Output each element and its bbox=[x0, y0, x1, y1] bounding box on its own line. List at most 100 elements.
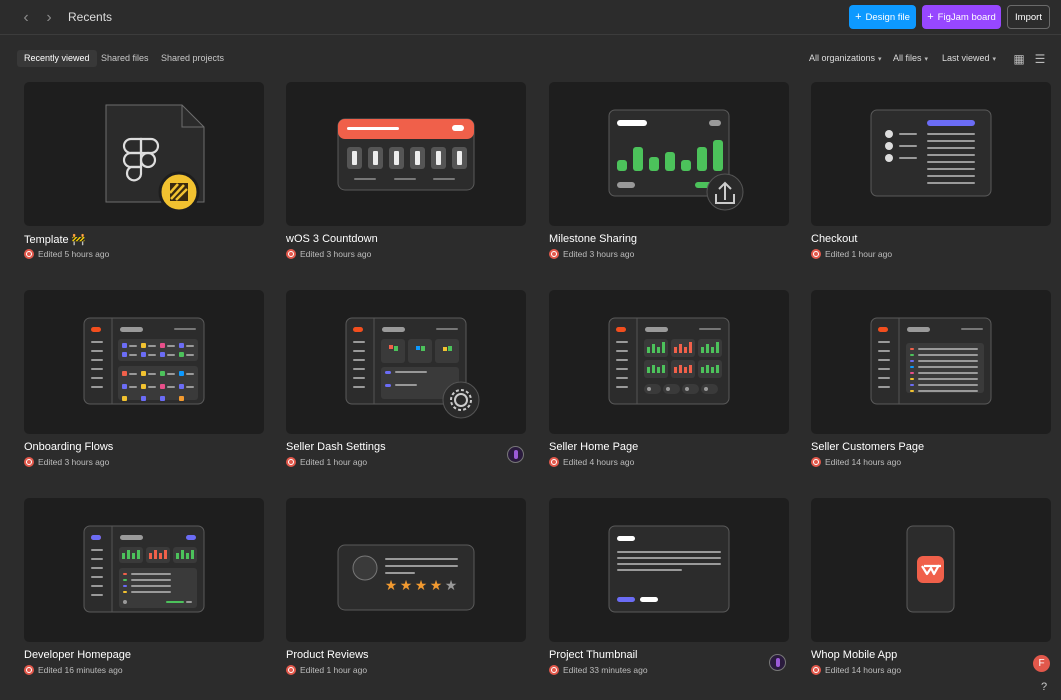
dashboard-charts-icon bbox=[608, 317, 730, 405]
help-icon[interactable]: ? bbox=[1037, 680, 1051, 694]
file-thumbnail bbox=[549, 498, 789, 642]
sort-dropdown[interactable]: Last viewed ▾ bbox=[942, 50, 996, 67]
file-thumbnail bbox=[286, 82, 526, 226]
page-title: Recents bbox=[68, 10, 113, 24]
chevron-down-icon: ▾ bbox=[992, 56, 997, 63]
file-edited-meta: Edited 14 hours ago bbox=[811, 457, 901, 467]
new-figjam-board-button[interactable]: + FigJam board bbox=[922, 5, 1001, 29]
file-card[interactable]: Onboarding Flows Edited 3 hours ago bbox=[24, 290, 264, 480]
current-user-avatar[interactable]: F bbox=[1033, 655, 1050, 672]
file-name: Seller Home Page bbox=[549, 441, 639, 453]
file-edited-time: Edited 16 minutes ago bbox=[38, 665, 123, 675]
file-thumbnail bbox=[24, 290, 264, 434]
file-card[interactable]: Project Thumbnail Edited 33 minutes ago bbox=[549, 498, 789, 688]
tab-recently-viewed[interactable]: Recently viewed bbox=[17, 50, 97, 67]
file-thumbnail: ★ ★ ★ ★ ★ bbox=[286, 498, 526, 642]
chevron-down-icon: ▾ bbox=[878, 56, 882, 63]
file-card[interactable]: Seller Customers Page Edited 14 hours ag… bbox=[811, 290, 1051, 480]
file-edited-time: Edited 14 hours ago bbox=[825, 665, 902, 675]
file-name: Product Reviews bbox=[286, 649, 369, 661]
file-card[interactable]: Seller Home Page Edited 4 hours ago bbox=[549, 290, 789, 480]
import-button[interactable]: Import bbox=[1007, 5, 1050, 29]
file-card[interactable]: Template 🚧 Edited 5 hours ago bbox=[24, 82, 264, 272]
file-edited-meta: Edited 1 hour ago bbox=[286, 665, 367, 675]
editor-avatar bbox=[286, 249, 296, 259]
collaborator-avatar bbox=[769, 654, 786, 671]
file-card[interactable]: ★ ★ ★ ★ ★ Product Reviews Edited 1 hour ago bbox=[286, 498, 526, 688]
file-edited-meta: Edited 14 hours ago bbox=[811, 665, 901, 675]
file-edited-meta: Edited 33 minutes ago bbox=[549, 665, 648, 675]
editor-avatar bbox=[549, 249, 559, 259]
file-edited-time: Edited 3 hours ago bbox=[38, 457, 110, 467]
file-card[interactable]: Developer Homepage Edited 16 minutes ago bbox=[24, 498, 264, 688]
plus-icon: + bbox=[855, 11, 862, 23]
chevron-down-icon: ▾ bbox=[924, 56, 929, 63]
sort-label: Last viewed bbox=[942, 53, 990, 63]
review-stars-icon: ★ ★ ★ ★ ★ bbox=[337, 544, 475, 611]
svg-text:★: ★ bbox=[445, 578, 458, 594]
file-thumbnail bbox=[286, 290, 526, 434]
figjam-board-label: FigJam board bbox=[937, 12, 996, 23]
file-edited-meta: Edited 1 hour ago bbox=[811, 249, 892, 259]
tab-shared-projects[interactable]: Shared projects bbox=[154, 50, 231, 67]
editor-avatar bbox=[24, 665, 34, 675]
organization-filter-dropdown[interactable]: All organizations ▾ bbox=[809, 50, 882, 67]
back-arrow-icon[interactable]: ‹ bbox=[17, 9, 35, 27]
editor-avatar bbox=[286, 665, 296, 675]
new-design-file-button[interactable]: + Design file bbox=[849, 5, 916, 29]
file-card[interactable]: Seller Dash Settings Edited 1 hour ago bbox=[286, 290, 526, 480]
editor-avatar bbox=[811, 249, 821, 259]
countdown-card-icon bbox=[337, 118, 475, 191]
file-thumbnail bbox=[549, 290, 789, 434]
bar-chart-share-icon bbox=[608, 109, 744, 211]
file-edited-time: Edited 1 hour ago bbox=[300, 457, 368, 467]
file-name: Checkout bbox=[811, 233, 858, 245]
file-thumbnail bbox=[811, 290, 1051, 434]
editor-avatar bbox=[24, 457, 34, 467]
file-edited-meta: Edited 1 hour ago bbox=[286, 457, 367, 467]
dashboard-grid-icon bbox=[83, 317, 205, 405]
editor-avatar bbox=[549, 457, 559, 467]
developer-dashboard-icon bbox=[83, 525, 205, 613]
editor-avatar bbox=[286, 457, 296, 467]
file-name: wOS 3 Countdown bbox=[286, 233, 378, 245]
file-card[interactable]: Whop Mobile App Edited 14 hours ago bbox=[811, 498, 1051, 688]
file-edited-time: Edited 33 minutes ago bbox=[563, 665, 648, 675]
svg-text:★: ★ bbox=[430, 578, 443, 594]
dashboard-settings-icon bbox=[345, 317, 480, 419]
file-name: Whop Mobile App bbox=[811, 649, 898, 661]
file-card[interactable]: wOS 3 Countdown Edited 3 hours ago bbox=[286, 82, 526, 272]
svg-text:★: ★ bbox=[415, 578, 428, 594]
file-edited-time: Edited 5 hours ago bbox=[38, 249, 110, 259]
file-card[interactable]: Checkout Edited 1 hour ago bbox=[811, 82, 1051, 272]
file-edited-time: Edited 1 hour ago bbox=[825, 249, 893, 259]
file-name: Seller Dash Settings bbox=[286, 441, 386, 453]
editor-avatar bbox=[811, 665, 821, 675]
file-thumbnail bbox=[24, 82, 264, 226]
file-card[interactable]: Milestone Sharing Edited 3 hours ago bbox=[549, 82, 789, 272]
text-thumbnail-icon bbox=[608, 525, 730, 613]
tab-shared-files[interactable]: Shared files bbox=[94, 50, 156, 67]
svg-text:★: ★ bbox=[400, 578, 413, 594]
file-edited-meta: Edited 3 hours ago bbox=[549, 249, 634, 259]
collaborator-avatar bbox=[507, 446, 524, 463]
editor-avatar bbox=[24, 249, 34, 259]
grid-view-icon[interactable]: ▦ bbox=[1011, 51, 1027, 67]
file-name: Developer Homepage bbox=[24, 649, 132, 661]
plus-icon: + bbox=[927, 11, 934, 23]
design-file-label: Design file bbox=[865, 12, 910, 23]
file-edited-time: Edited 14 hours ago bbox=[825, 457, 902, 467]
file-edited-meta: Edited 5 hours ago bbox=[24, 249, 109, 259]
organization-filter-label: All organizations bbox=[809, 53, 876, 63]
file-thumbnail bbox=[811, 82, 1051, 226]
file-thumbnail bbox=[549, 82, 789, 226]
files-filter-dropdown[interactable]: All files ▾ bbox=[893, 50, 928, 67]
file-edited-meta: Edited 16 minutes ago bbox=[24, 665, 123, 675]
dashboard-table-icon bbox=[870, 317, 992, 405]
list-view-icon[interactable]: ☰ bbox=[1032, 51, 1048, 67]
forward-arrow-icon[interactable]: › bbox=[40, 9, 58, 27]
file-thumbnail bbox=[811, 498, 1051, 642]
file-thumbnail bbox=[24, 498, 264, 642]
file-edited-meta: Edited 3 hours ago bbox=[286, 249, 371, 259]
file-edited-time: Edited 1 hour ago bbox=[300, 665, 368, 675]
